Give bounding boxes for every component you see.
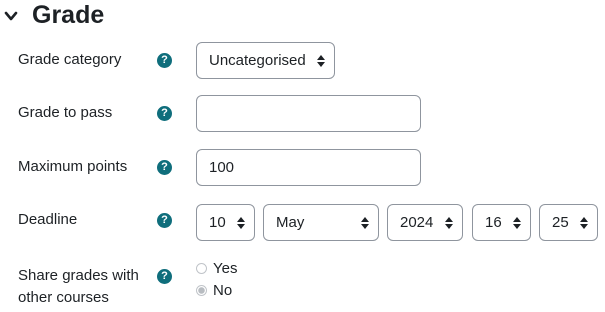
up-down-arrows-icon: [513, 217, 521, 229]
grade-category-label: Grade category: [18, 51, 122, 68]
grade-to-pass-label: Grade to pass: [18, 104, 113, 121]
deadline-day-value: 10: [209, 214, 226, 231]
grade-category-help-icon[interactable]: ?: [157, 53, 172, 68]
share-grades-label-line1: Share grades with: [18, 267, 139, 284]
share-grades-no-label: No: [213, 282, 233, 299]
grade-to-pass-help-icon[interactable]: ?: [157, 106, 172, 121]
share-grades-no-radio[interactable]: [196, 285, 207, 296]
grade-category-select[interactable]: Uncategorised: [196, 42, 335, 79]
maximum-points-input[interactable]: 100: [196, 149, 421, 186]
deadline-label: Deadline: [18, 211, 78, 228]
section-header[interactable]: Grade: [0, 0, 605, 32]
deadline-hour-select[interactable]: 16: [472, 204, 531, 241]
deadline-hour-value: 16: [485, 214, 502, 231]
up-down-arrows-icon: [445, 217, 453, 229]
share-grades-label-line2: other courses: [18, 289, 109, 306]
grade-to-pass-input[interactable]: [196, 95, 421, 132]
share-grades-yes-radio[interactable]: [196, 263, 207, 274]
up-down-arrows-icon: [317, 55, 325, 67]
deadline-year-select[interactable]: 2024: [387, 204, 463, 241]
deadline-minute-select[interactable]: 25: [539, 204, 598, 241]
share-grades-no-option[interactable]: No: [196, 281, 256, 301]
maximum-points-label: Maximum points: [18, 158, 128, 175]
share-grades-yes-label: Yes: [213, 260, 238, 277]
deadline-help-icon[interactable]: ?: [157, 213, 172, 228]
deadline-month-select[interactable]: May: [263, 204, 379, 241]
deadline-year-value: 2024: [400, 214, 434, 231]
maximum-points-help-icon[interactable]: ?: [157, 160, 172, 175]
chevron-down-icon[interactable]: [4, 9, 18, 23]
deadline-minute-value: 25: [552, 214, 569, 231]
deadline-month-value: May: [276, 214, 305, 231]
share-grades-yes-option[interactable]: Yes: [196, 259, 256, 279]
up-down-arrows-icon: [361, 217, 369, 229]
grade-category-value: Uncategorised: [209, 52, 306, 69]
up-down-arrows-icon: [237, 217, 245, 229]
section-title: Grade: [32, 1, 105, 29]
share-grades-help-icon[interactable]: ?: [157, 269, 172, 284]
deadline-day-select[interactable]: 10: [196, 204, 255, 241]
up-down-arrows-icon: [580, 217, 588, 229]
